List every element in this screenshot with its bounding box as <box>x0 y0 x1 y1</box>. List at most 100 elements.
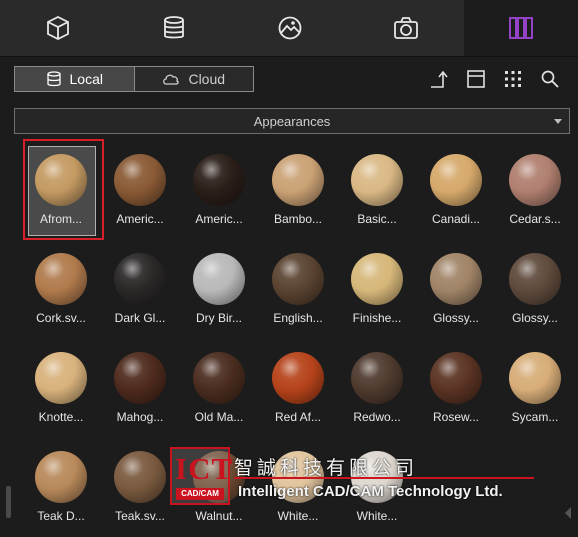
scroll-arrow-icon[interactable] <box>565 507 571 519</box>
material-tile[interactable]: English... <box>261 241 335 329</box>
material-preview-sphere <box>509 352 561 404</box>
material-label: Redwo... <box>353 410 401 424</box>
scrollbar[interactable] <box>6 486 11 518</box>
material-tile[interactable]: Canadi... <box>419 142 493 230</box>
material-label: Cork.sv... <box>36 311 86 325</box>
material-label: Americ... <box>116 212 164 226</box>
move-up-icon <box>431 70 448 88</box>
material-preview-sphere <box>351 352 403 404</box>
material-preview-sphere <box>35 352 87 404</box>
cloud-icon <box>163 74 180 85</box>
cloud-button[interactable]: Cloud <box>133 67 253 91</box>
material-label: Rosew... <box>432 410 480 424</box>
material-tile[interactable]: Red Af... <box>261 340 335 428</box>
material-label: Finishe... <box>352 311 402 325</box>
tab-library[interactable] <box>464 0 578 56</box>
watermark: ICT CAD/CAM 智誠科技有限公司 Intelligent CAD/CAM… <box>170 447 550 507</box>
material-label: Americ... <box>195 212 243 226</box>
move-up-button[interactable] <box>427 68 449 90</box>
company-logo: ICT CAD/CAM <box>170 447 234 505</box>
material-tile[interactable]: Cedar.s... <box>498 142 572 230</box>
material-tile[interactable]: Basic... <box>340 142 414 230</box>
database-icon <box>46 71 61 87</box>
local-label: Local <box>69 71 103 87</box>
tab-environments[interactable] <box>232 0 348 56</box>
grid-view-icon <box>505 71 521 87</box>
tab-materials[interactable] <box>116 0 232 56</box>
database-icon <box>164 16 184 39</box>
search-icon <box>541 70 559 88</box>
material-label: Teak.sv... <box>115 509 165 523</box>
logo-text: ICT <box>175 451 234 486</box>
source-toggle: Local Cloud <box>14 66 254 92</box>
material-tile[interactable]: Afrom... <box>24 142 98 236</box>
material-preview-sphere <box>193 154 245 206</box>
material-tile[interactable]: Rosew... <box>419 340 493 428</box>
material-preview-sphere <box>351 253 403 305</box>
material-tile[interactable]: Glossy... <box>419 241 493 329</box>
material-label: Mahog... <box>116 410 164 424</box>
material-preview-sphere <box>351 154 403 206</box>
material-label: Glossy... <box>512 311 558 325</box>
category-dropdown-value: Appearances <box>253 113 331 129</box>
tab-cameras[interactable] <box>348 0 464 56</box>
material-label: Cedar.s... <box>509 212 561 226</box>
layout-icon <box>467 70 485 88</box>
logo-subtext: CAD/CAM <box>176 488 224 500</box>
material-label: White... <box>277 509 319 523</box>
layout-button[interactable] <box>465 68 487 90</box>
material-label: White... <box>356 509 398 523</box>
material-label: Teak D... <box>37 509 85 523</box>
material-preview-sphere <box>35 253 87 305</box>
material-label: Glossy... <box>433 311 479 325</box>
material-preview-sphere <box>193 253 245 305</box>
material-label: English... <box>273 311 323 325</box>
material-preview-sphere <box>272 253 324 305</box>
material-tile[interactable]: Glossy... <box>498 241 572 329</box>
local-button[interactable]: Local <box>15 67 134 91</box>
material-preview-sphere <box>114 451 166 503</box>
material-preview-sphere <box>35 154 87 206</box>
material-preview-sphere <box>509 253 561 305</box>
material-tile[interactable]: Redwo... <box>340 340 414 428</box>
material-tile[interactable]: Teak.sv... <box>103 439 177 527</box>
tab-3d-models[interactable] <box>0 0 116 56</box>
material-label: Dark Gl... <box>114 311 166 325</box>
material-tile[interactable]: Cork.sv... <box>24 241 98 329</box>
watermark-rule <box>234 477 534 479</box>
material-tile[interactable]: Knotte... <box>24 340 98 428</box>
chevron-down-icon <box>554 119 562 124</box>
material-preview-sphere <box>114 253 166 305</box>
material-tile[interactable]: Sycam... <box>498 340 572 428</box>
category-dropdown[interactable]: Appearances <box>14 108 570 134</box>
library-tab-bar <box>0 0 578 57</box>
material-preview-sphere <box>430 253 482 305</box>
material-label: Old Ma... <box>194 410 244 424</box>
material-tile[interactable]: Finishe... <box>340 241 414 329</box>
material-preview-sphere <box>193 352 245 404</box>
material-preview-sphere <box>114 352 166 404</box>
material-label: Dry Bir... <box>195 311 242 325</box>
search-button[interactable] <box>539 68 561 90</box>
image-icon <box>278 16 302 40</box>
material-label: Sycam... <box>511 410 559 424</box>
material-label: Knotte... <box>38 410 84 424</box>
material-label: Canadi... <box>431 212 481 226</box>
cloud-label: Cloud <box>188 71 226 87</box>
material-preview-sphere <box>509 154 561 206</box>
material-tile[interactable]: Bambo... <box>261 142 335 230</box>
material-tile[interactable]: Teak D... <box>24 439 98 527</box>
material-tile[interactable]: Americ... <box>182 142 256 230</box>
material-tile[interactable]: Dark Gl... <box>103 241 177 329</box>
material-tile[interactable]: Mahog... <box>103 340 177 428</box>
material-preview-sphere <box>272 352 324 404</box>
material-preview-sphere <box>430 154 482 206</box>
material-label: Red Af... <box>274 410 322 424</box>
company-name-english: Intelligent CAD/CAM Technology Ltd. <box>238 483 503 500</box>
material-tile[interactable]: Americ... <box>103 142 177 230</box>
material-tile[interactable]: Old Ma... <box>182 340 256 428</box>
material-preview-sphere <box>114 154 166 206</box>
material-tile[interactable]: Dry Bir... <box>182 241 256 329</box>
grid-view-button[interactable] <box>502 68 524 90</box>
library-icon <box>509 17 533 39</box>
